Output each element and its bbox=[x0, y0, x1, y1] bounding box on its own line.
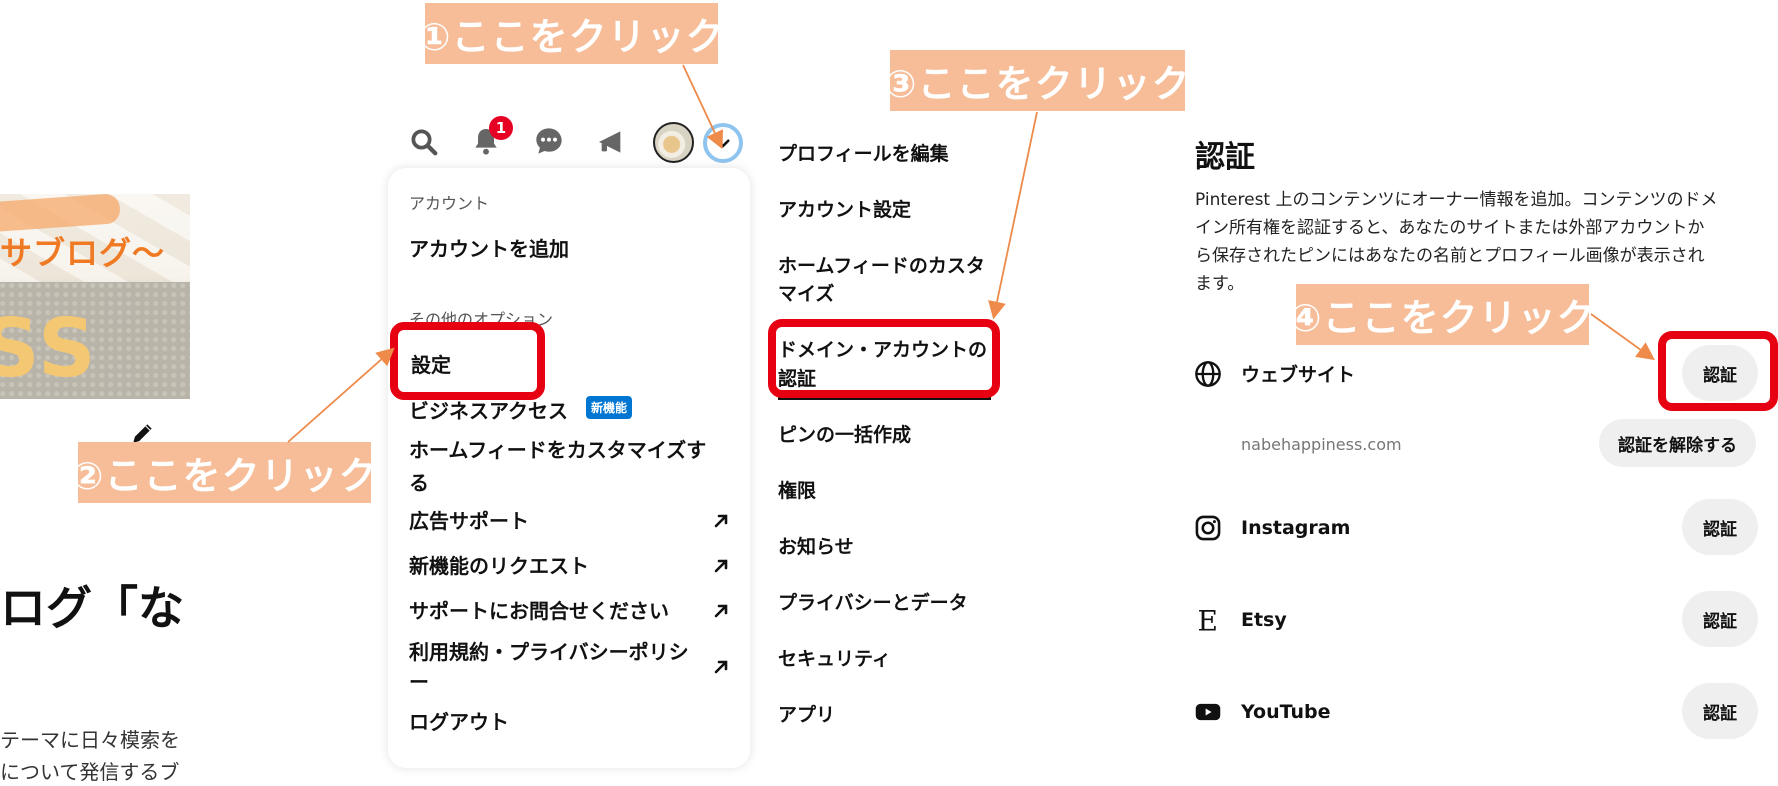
terms-privacy-menu-item[interactable]: 利用規約・プライバシーポリシ bbox=[409, 636, 689, 665]
step2-arrow bbox=[287, 347, 395, 443]
step3-arrow bbox=[988, 111, 1038, 320]
step4-callout: ④ここをクリック bbox=[1289, 284, 1595, 345]
logout-menu-item[interactable]: ログアウト bbox=[409, 706, 509, 735]
settings-highlight-box bbox=[390, 322, 545, 400]
search-icon[interactable] bbox=[405, 123, 443, 161]
claimed-domain: nabehappiness.com bbox=[1241, 435, 1402, 454]
account-section-header: アカウント bbox=[409, 194, 490, 213]
website-label: ウェブサイト bbox=[1241, 364, 1356, 386]
youtube-icon bbox=[1194, 698, 1222, 726]
account-options-button[interactable] bbox=[703, 123, 743, 163]
description-line: Pinterest 上のコンテンツにオーナー情報を追加。コンテンツのドメ bbox=[1195, 190, 1718, 210]
step2-callout: ②ここをクリック bbox=[71, 442, 377, 503]
chevron-down-icon bbox=[716, 139, 730, 148]
settings-nav-edit-profile[interactable]: プロフィールを編集 bbox=[778, 139, 949, 166]
chat-icon[interactable] bbox=[530, 122, 568, 160]
settings-nav-security[interactable]: セキュリティ bbox=[778, 644, 891, 671]
customize-home-feed-menu-item-cont[interactable]: る bbox=[409, 467, 429, 496]
globe-icon bbox=[1194, 360, 1222, 388]
unclaim-button[interactable]: 認証を解除する bbox=[1599, 419, 1756, 467]
youtube-label: YouTube bbox=[1241, 701, 1331, 723]
step4-arrow bbox=[1590, 313, 1655, 361]
ad-support-menu-item[interactable]: 広告サポート bbox=[409, 505, 529, 534]
settings-nav-account[interactable]: アカウント設定 bbox=[778, 195, 911, 222]
customize-home-feed-menu-item[interactable]: ホームフィードをカスタマイズす bbox=[409, 434, 706, 463]
blog-intro-line: について発信するブ bbox=[0, 760, 180, 784]
external-link-icon bbox=[711, 511, 731, 531]
external-link-icon bbox=[711, 657, 731, 677]
instagram-label: Instagram bbox=[1241, 517, 1351, 539]
claim-etsy-button[interactable]: 認証 bbox=[1682, 591, 1758, 647]
settings-nav-notifications[interactable]: お知らせ bbox=[778, 532, 854, 559]
external-link-icon bbox=[711, 556, 731, 576]
settings-nav-apps[interactable]: アプリ bbox=[778, 700, 835, 727]
description-line: イン所有権を認証すると、あなたのサイトまたは外部アカウントか bbox=[1195, 218, 1705, 238]
settings-nav-bulk-create[interactable]: ピンの一括作成 bbox=[778, 420, 911, 447]
claim-website-highlight-box bbox=[1658, 331, 1778, 411]
page-title: 認証 bbox=[1195, 140, 1255, 175]
etsy-icon: E bbox=[1194, 605, 1222, 638]
verification-description: Pinterest 上のコンテンツにオーナー情報を追加。コンテンツのドメ イン所… bbox=[1195, 186, 1755, 298]
new-feature-badge: 新機能 bbox=[586, 396, 633, 419]
etsy-label: Etsy bbox=[1241, 609, 1287, 631]
description-line: ら保存されたピンにはあなたの名前とプロフィール画像が表示され bbox=[1195, 246, 1705, 266]
instagram-icon bbox=[1194, 514, 1222, 542]
settings-nav-permissions[interactable]: 権限 bbox=[778, 476, 816, 503]
terms-privacy-menu-item-cont[interactable]: ー bbox=[409, 666, 429, 695]
blog-header-road-letters: SS bbox=[0, 302, 98, 395]
step3-callout: ③ここをクリック bbox=[884, 50, 1190, 111]
step1-callout: ①ここをクリック bbox=[418, 3, 724, 64]
settings-nav-home-feed[interactable]: ホームフィードのカスタ bbox=[778, 251, 985, 278]
settings-nav-privacy[interactable]: プライバシーとデータ bbox=[778, 588, 968, 615]
blog-title: ログ「な bbox=[0, 581, 184, 635]
claim-youtube-button[interactable]: 認証 bbox=[1682, 683, 1758, 739]
avatar[interactable] bbox=[653, 122, 694, 163]
claim-instagram-button[interactable]: 認証 bbox=[1682, 499, 1758, 555]
svg-text:E: E bbox=[1198, 606, 1218, 634]
claim-highlight-box bbox=[768, 319, 1000, 398]
add-account-menu-item[interactable]: アカウントを追加 bbox=[409, 233, 569, 262]
megaphone-icon[interactable] bbox=[592, 123, 630, 161]
blog-header-banner-text: サブログ〜 bbox=[0, 234, 166, 272]
external-link-icon bbox=[711, 601, 731, 621]
blog-intro-line: テーマに日々模索を bbox=[0, 728, 180, 752]
settings-nav-home-feed-cont[interactable]: マイズ bbox=[778, 279, 834, 306]
feature-request-menu-item[interactable]: 新機能のリクエスト bbox=[409, 550, 589, 579]
notification-count-badge: 1 bbox=[489, 116, 513, 140]
contact-support-menu-item[interactable]: サポートにお問合せください bbox=[409, 595, 669, 624]
